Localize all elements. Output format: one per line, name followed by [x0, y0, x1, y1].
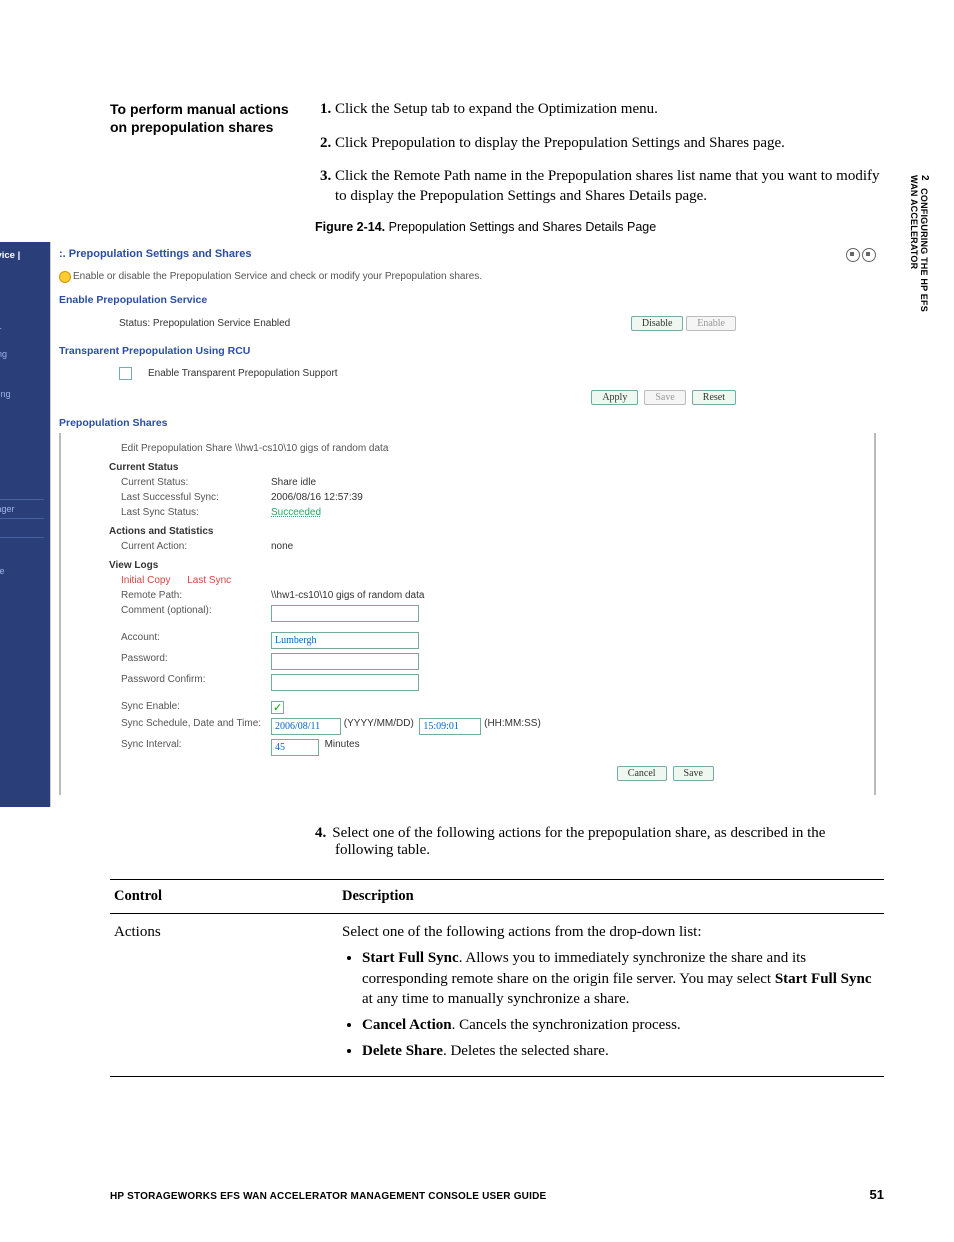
- side-tab: 2 CONFIGURING THE HP EFS WAN ACCELERATOR: [909, 175, 930, 312]
- step-4: Select one of the following actions for …: [335, 825, 884, 859]
- sync-date-input[interactable]: [271, 718, 341, 735]
- step-1: Click the Setup tab to expand the Optimi…: [335, 100, 884, 120]
- section-shares: Prepopulation Shares: [59, 417, 876, 429]
- sync-time-input[interactable]: [419, 718, 481, 735]
- sync-enable-checkbox[interactable]: [271, 701, 284, 714]
- figure-caption: Figure 2-14. Prepopulation Settings and …: [315, 220, 884, 234]
- step-3: Click the Remote Path name in the Prepop…: [335, 167, 884, 206]
- table-row: Actions Select one of the following acti…: [110, 914, 884, 1077]
- footer-title: HP STORAGEWORKS EFS WAN ACCELERATOR MANA…: [110, 1191, 546, 1202]
- password-input[interactable]: [271, 653, 419, 670]
- comment-input[interactable]: [271, 605, 419, 622]
- page-title: :. Prepopulation Settings and Shares: [59, 246, 876, 267]
- save-button: Save: [644, 390, 685, 405]
- nav-current[interactable]: Prepopulation ⇐: [0, 361, 50, 376]
- procedure-steps-continued: Select one of the following actions for …: [315, 825, 884, 859]
- reset-button[interactable]: Reset: [692, 390, 736, 405]
- section-enable-service: Enable Prepopulation Service: [59, 294, 876, 306]
- initial-copy-link[interactable]: Initial Copy: [121, 575, 170, 586]
- remote-path-value: \\hw1-cs10\10 gigs of random data: [271, 590, 424, 601]
- info-banner: Enable or disable the Prepopulation Serv…: [59, 267, 876, 286]
- th-control: Control: [110, 880, 338, 914]
- last-sync-link[interactable]: Last Sync: [187, 575, 231, 586]
- th-description: Description: [338, 880, 884, 914]
- cancel-button[interactable]: Cancel: [617, 766, 667, 781]
- screenshot: Optimization Service | General Settings …: [0, 242, 884, 807]
- password-confirm-input[interactable]: [271, 674, 419, 691]
- print-icon: [862, 248, 876, 262]
- side-tab-chapter: 2: [919, 175, 930, 181]
- procedure-heading: To perform manual actions on prepopulati…: [110, 100, 305, 136]
- account-input[interactable]: [271, 632, 419, 649]
- controls-table: Control Description Actions Select one o…: [110, 879, 884, 1077]
- refresh-icon: [846, 248, 860, 262]
- transparent-checkbox[interactable]: [119, 367, 132, 380]
- page-footer: HP STORAGEWORKS EFS WAN ACCELERATOR MANA…: [110, 1187, 884, 1202]
- step-2: Click Prepopulation to display the Prepo…: [335, 134, 884, 154]
- nav-sidebar: Optimization Service | General Settings …: [0, 242, 50, 807]
- section-transparent: Transparent Prepopulation Using RCU: [59, 345, 876, 357]
- page-number: 51: [870, 1187, 884, 1202]
- sync-interval-input[interactable]: [271, 739, 319, 756]
- procedure-steps: Click the Setup tab to expand the Optimi…: [315, 100, 884, 206]
- apply-button[interactable]: Apply: [591, 390, 638, 405]
- enable-button: Enable: [686, 316, 736, 331]
- save-share-button[interactable]: Save: [673, 766, 714, 781]
- title-icons[interactable]: [844, 248, 876, 265]
- status-text: Status: Prepopulation Service Enabled: [119, 318, 290, 329]
- disable-button[interactable]: Disable: [631, 316, 684, 331]
- nav-header[interactable]: Optimization Service |: [0, 248, 50, 263]
- edit-share-label: Edit Prepopulation Share \\hw1-cs10\10 g…: [121, 443, 388, 454]
